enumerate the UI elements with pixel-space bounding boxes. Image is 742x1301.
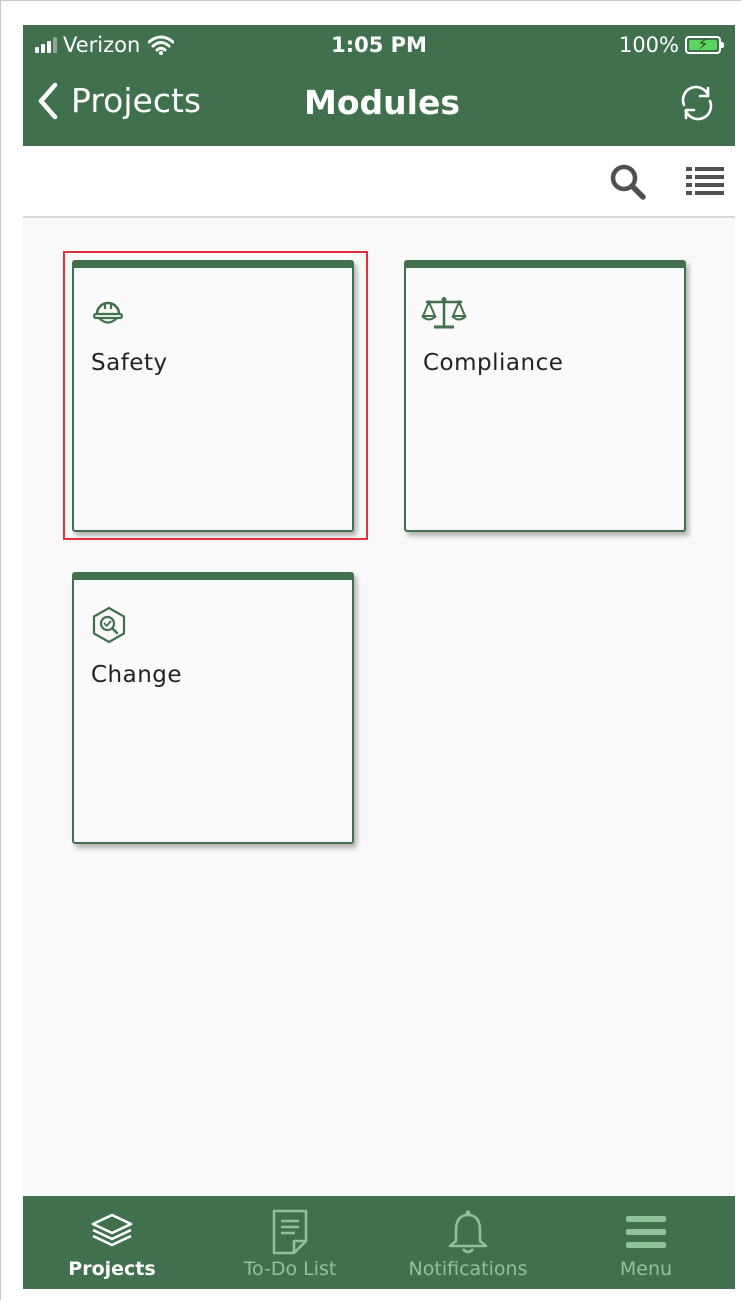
tab-menu[interactable]: Menu bbox=[557, 1196, 735, 1289]
hamburger-icon bbox=[625, 1210, 667, 1254]
tab-notifications[interactable]: Notifications bbox=[379, 1196, 557, 1289]
list-view-button[interactable] bbox=[685, 165, 725, 199]
document-icon bbox=[270, 1209, 310, 1255]
search-icon bbox=[610, 164, 646, 200]
layers-icon bbox=[89, 1210, 135, 1254]
list-view-icon bbox=[686, 167, 724, 195]
status-bar: Verizon 1:05 PM 100% ⚡ bbox=[23, 25, 735, 65]
module-card-safety[interactable]: Safety bbox=[72, 260, 354, 532]
scales-icon bbox=[421, 294, 467, 330]
module-label: Change bbox=[91, 662, 183, 688]
status-right: 100% ⚡ bbox=[618, 33, 724, 57]
tab-label: Projects bbox=[68, 1258, 156, 1280]
app-header: Verizon 1:05 PM 100% ⚡ Projects Modules bbox=[23, 25, 735, 146]
search-button[interactable] bbox=[609, 163, 647, 201]
tab-label: Menu bbox=[619, 1258, 673, 1280]
hard-hat-icon bbox=[90, 294, 126, 330]
change-search-icon bbox=[90, 606, 126, 644]
tab-label: To-Do List bbox=[243, 1258, 337, 1280]
module-label: Compliance bbox=[423, 350, 564, 376]
tab-todo-list[interactable]: To-Do List bbox=[201, 1196, 379, 1289]
module-card-compliance[interactable]: Compliance bbox=[404, 260, 686, 532]
refresh-button[interactable] bbox=[677, 83, 717, 123]
module-card-change[interactable]: Change bbox=[72, 572, 354, 844]
battery-percent: 100% bbox=[618, 33, 679, 57]
bell-icon bbox=[447, 1210, 489, 1254]
bottom-tab-bar: Projects To-Do List Notifications Menu bbox=[23, 1196, 735, 1289]
page-title: Modules bbox=[304, 83, 460, 122]
tab-label: Notifications bbox=[408, 1258, 528, 1280]
module-label: Safety bbox=[91, 350, 168, 376]
battery-icon: ⚡ bbox=[685, 35, 724, 54]
toolbar bbox=[23, 146, 735, 218]
app-screen: Verizon 1:05 PM 100% ⚡ Projects Modules … bbox=[23, 25, 735, 1289]
refresh-icon bbox=[681, 85, 713, 121]
tab-projects[interactable]: Projects bbox=[23, 1196, 201, 1289]
nav-bar: Projects Modules bbox=[23, 65, 735, 146]
